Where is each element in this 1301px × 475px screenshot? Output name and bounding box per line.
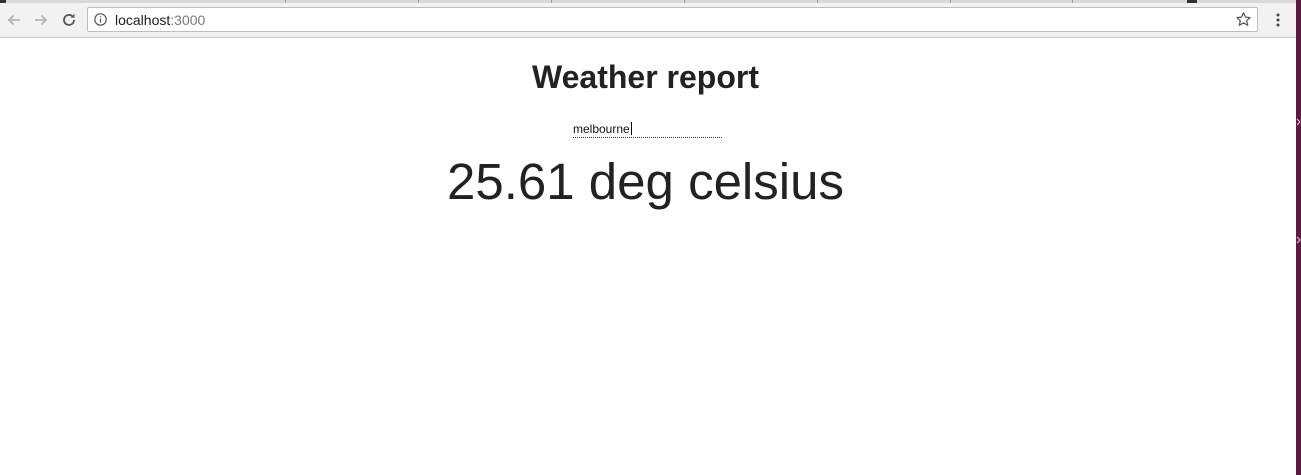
- url-host: localhost: [115, 12, 171, 28]
- browser-window: localhost:3000 Weather report 25.61 deg …: [0, 0, 1301, 475]
- info-icon[interactable]: [94, 13, 107, 26]
- browser-toolbar: localhost:3000: [0, 3, 1297, 38]
- text-caret: [631, 122, 632, 135]
- forward-button[interactable]: [30, 9, 52, 31]
- address-bar[interactable]: localhost:3000: [87, 7, 1258, 32]
- chevron-right-icon: [1296, 236, 1301, 244]
- page-content: Weather report 25.61 deg celsius: [0, 38, 1296, 475]
- back-arrow-icon: [7, 14, 20, 26]
- url-text: localhost:3000: [115, 12, 205, 28]
- chevron-right-icon: [1296, 118, 1301, 126]
- reload-button[interactable]: [58, 9, 80, 31]
- temperature-display: 25.61 deg celsius: [447, 153, 844, 210]
- browser-menu-button[interactable]: [1268, 9, 1288, 31]
- page-title: Weather report: [531, 59, 759, 95]
- kebab-menu-icon: [1276, 13, 1280, 27]
- back-button[interactable]: [3, 9, 25, 31]
- forward-arrow-icon: [35, 14, 48, 26]
- reload-icon: [63, 13, 75, 26]
- star-icon[interactable]: [1235, 11, 1252, 28]
- city-input[interactable]: [573, 121, 722, 138]
- url-port: :3000: [170, 12, 206, 28]
